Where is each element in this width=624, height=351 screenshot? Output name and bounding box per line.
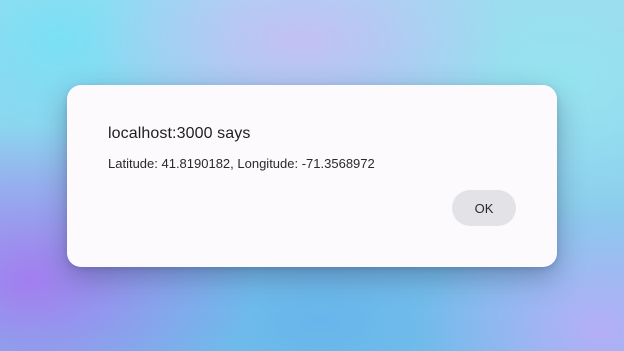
- alert-dialog: localhost:3000 says Latitude: 41.8190182…: [67, 85, 557, 267]
- dialog-title: localhost:3000 says: [108, 125, 251, 142]
- dialog-message: Latitude: 41.8190182, Longitude: -71.356…: [108, 156, 375, 171]
- ok-button[interactable]: OK: [452, 190, 516, 226]
